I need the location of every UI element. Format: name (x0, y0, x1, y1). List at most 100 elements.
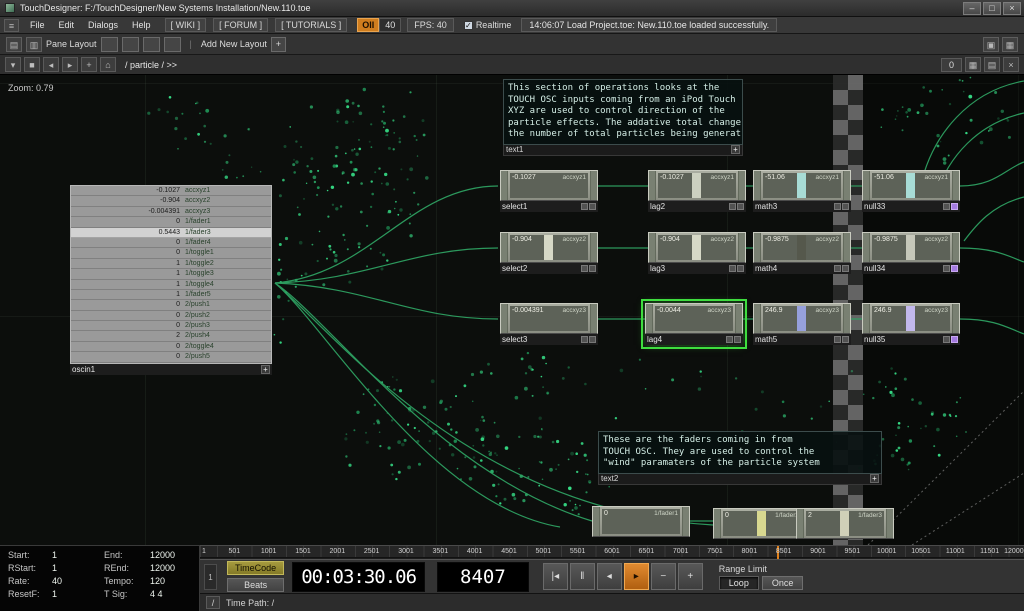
table-row[interactable]: 02/push3 (71, 321, 271, 331)
fps-readout[interactable]: FPS: 40 (407, 18, 454, 32)
node-flag-icon[interactable] (834, 203, 841, 210)
timecode-button[interactable]: TimeCode (227, 561, 284, 575)
param-value[interactable]: 4 4 (150, 589, 191, 599)
node-fader-viewer[interactable]: 01/fader1 (592, 506, 690, 537)
node-output-connector[interactable] (952, 171, 959, 200)
node-flag-icon[interactable] (726, 336, 733, 343)
node-flag-icon[interactable] (951, 265, 958, 272)
comment-add-icon[interactable]: + (731, 145, 740, 154)
node-input-connector[interactable] (649, 233, 656, 262)
node-input-connector[interactable] (754, 304, 761, 333)
comment-text2[interactable]: These are the faders coming in from TOUC… (598, 431, 882, 485)
wiki-button[interactable]: [ WIKI ] (165, 18, 207, 32)
forum-button[interactable]: [ FORUM ] (213, 18, 268, 32)
table-row[interactable]: 02/push5 (71, 352, 271, 362)
node-output-connector[interactable] (735, 304, 742, 333)
node-input-connector[interactable] (646, 304, 653, 333)
step-back-button[interactable]: − (651, 563, 676, 590)
table-row[interactable]: 11/toggle2 (71, 259, 271, 269)
table-row[interactable]: 11/toggle4 (71, 280, 271, 290)
param-value[interactable]: 120 (150, 576, 191, 586)
table-row[interactable]: 01/fader1 (71, 217, 271, 227)
pause-button[interactable]: ‖ (570, 563, 595, 590)
menu-dialogs[interactable]: Dialogs (81, 19, 125, 31)
grid-view-icon[interactable]: ▦ (965, 57, 981, 72)
close-button[interactable]: × (1003, 2, 1021, 15)
node-add-icon[interactable]: + (261, 365, 270, 374)
node-input-connector[interactable] (754, 171, 761, 200)
node-lag4[interactable]: -0.0044accxyz3lag4 (645, 303, 743, 345)
node-flag-icon[interactable] (737, 203, 744, 210)
play-forward-button[interactable]: ▸ (624, 563, 649, 590)
layout-preset-4[interactable] (164, 37, 181, 52)
node-input-connector[interactable] (754, 233, 761, 262)
pane-split-icon[interactable]: ▤ (6, 37, 22, 52)
minimize-button[interactable]: – (963, 2, 981, 15)
maximize-button[interactable]: □ (983, 2, 1001, 15)
node-output-connector[interactable] (590, 171, 597, 200)
node-output-connector[interactable] (682, 507, 689, 536)
node-flag-icon[interactable] (842, 265, 849, 272)
node-oscin1[interactable]: -0.1027accxyz1-0.904accxyz2-0.004391accx… (70, 185, 272, 375)
node-output-connector[interactable] (843, 171, 850, 200)
param-value[interactable]: 1 (52, 550, 104, 560)
node-lag3[interactable]: -0.904accxyz2lag3 (648, 232, 746, 274)
node-input-connector[interactable] (863, 171, 870, 200)
grid-layout-icon[interactable]: ▦ (1002, 37, 1018, 52)
node-flag-icon[interactable] (842, 336, 849, 343)
node-flag-icon[interactable] (589, 203, 596, 210)
node-select2[interactable]: -0.904accxyz2select2 (500, 232, 598, 274)
table-row[interactable]: 11/toggle3 (71, 269, 271, 279)
table-row[interactable]: -0.1027accxyz1 (71, 186, 271, 196)
param-value[interactable]: 1 (52, 589, 104, 599)
oii-toggle[interactable]: OII (357, 18, 379, 32)
realtime-toggle[interactable]: ✓ Realtime (464, 20, 512, 30)
table-row[interactable]: 0.54431/fader3 (71, 228, 271, 238)
node-flag-icon[interactable] (943, 203, 950, 210)
node-output-connector[interactable] (738, 233, 745, 262)
layout-preset-2[interactable] (122, 37, 139, 52)
layout-preset-3[interactable] (143, 37, 160, 52)
node-flag-icon[interactable] (951, 203, 958, 210)
table-row[interactable]: -0.004391accxyz3 (71, 207, 271, 217)
node-output-connector[interactable] (886, 509, 893, 538)
node-flag-icon[interactable] (943, 265, 950, 272)
node-lag2[interactable]: -0.1027accxyz1lag2 (648, 170, 746, 212)
node-input-connector[interactable] (649, 171, 656, 200)
node-flag-icon[interactable] (734, 336, 741, 343)
add-layout-button[interactable]: + (271, 37, 286, 52)
realtime-checkbox-icon[interactable]: ✓ (464, 21, 473, 30)
add-icon[interactable]: + (81, 57, 97, 72)
param-value[interactable]: 12000 (150, 550, 191, 560)
close-pane-icon[interactable]: × (1003, 57, 1019, 72)
comment-add-icon[interactable]: + (870, 474, 879, 483)
table-row[interactable]: 02/push2 (71, 311, 271, 321)
node-math4[interactable]: -0.9875accxyz2math4 (753, 232, 851, 274)
node-select1[interactable]: -0.1027accxyz1select1 (500, 170, 598, 212)
node-input-connector[interactable] (863, 233, 870, 262)
node-flag-icon[interactable] (729, 203, 736, 210)
param-value[interactable]: 1 (52, 563, 104, 573)
breadcrumb[interactable]: / particle / >> (125, 60, 177, 70)
menu-edit[interactable]: Edit (52, 19, 82, 31)
table-row[interactable]: 01/fader4 (71, 238, 271, 248)
node-output-connector[interactable] (590, 304, 597, 333)
root-path-icon[interactable]: / (206, 596, 220, 609)
table-row[interactable]: -0.904accxyz2 (71, 196, 271, 206)
once-button[interactable]: Once (762, 576, 804, 590)
node-input-connector[interactable] (863, 304, 870, 333)
node-math5[interactable]: 246.9accxyz3math5 (753, 303, 851, 345)
node-select3[interactable]: -0.004391accxyz3select3 (500, 303, 598, 345)
node-flag-icon[interactable] (581, 336, 588, 343)
menu-file[interactable]: File (23, 19, 52, 31)
list-view-icon[interactable]: ▤ (984, 57, 1000, 72)
node-flag-icon[interactable] (589, 336, 596, 343)
forward-icon[interactable]: ▸ (62, 57, 78, 72)
node-input-connector[interactable] (501, 304, 508, 333)
node-flag-icon[interactable] (834, 336, 841, 343)
node-output-connector[interactable] (952, 304, 959, 333)
loop-button[interactable]: Loop (719, 576, 759, 590)
node-flag-icon[interactable] (589, 265, 596, 272)
play-reverse-button[interactable]: ◂ (597, 563, 622, 590)
node-null33[interactable]: -51.06accxyz1null33 (862, 170, 960, 212)
